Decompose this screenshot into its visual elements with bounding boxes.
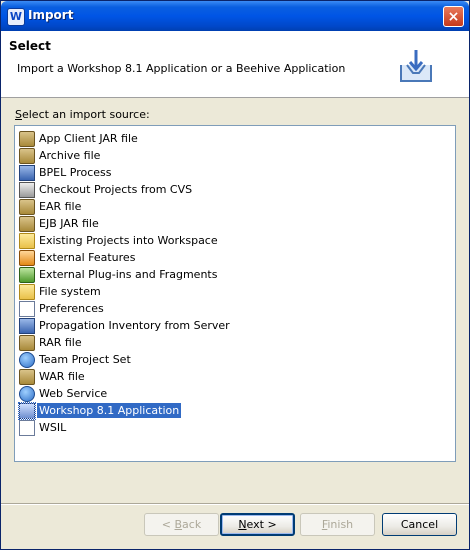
tree-item-label: RAR file xyxy=(39,336,82,349)
cvs-icon xyxy=(19,181,35,198)
tree-item[interactable]: WSIL xyxy=(19,419,68,436)
tree-item[interactable]: Workshop 8.1 Application xyxy=(18,401,182,420)
features-icon xyxy=(19,249,35,266)
window-title: Import xyxy=(28,8,74,22)
wizard-header: Select Import a Workshop 8.1 Application… xyxy=(1,31,469,98)
workshop-app-icon: W xyxy=(7,8,25,26)
tree-item[interactable]: Web Service xyxy=(19,385,109,402)
tree-item-label: Propagation Inventory from Server xyxy=(39,319,230,332)
cancel-button[interactable]: Cancel xyxy=(382,513,457,536)
tree-item[interactable]: File system xyxy=(19,283,103,300)
next-button[interactable]: Next > xyxy=(220,513,295,536)
tree-item[interactable]: Archive file xyxy=(19,147,102,164)
tree-item[interactable]: App Client JAR file xyxy=(19,130,140,147)
close-button[interactable]: × xyxy=(443,6,464,27)
tree-item-label: File system xyxy=(39,285,101,298)
web-service-icon xyxy=(19,385,35,402)
tree-item-label: Preferences xyxy=(39,302,104,315)
tree-item-label: WAR file xyxy=(39,370,85,383)
tree-item-label: External Plug-ins and Fragments xyxy=(39,268,218,281)
tree-item[interactable]: External Features xyxy=(19,249,137,266)
tree-item[interactable]: Propagation Inventory from Server xyxy=(19,317,232,334)
page-description: Import a Workshop 8.1 Application or a B… xyxy=(17,62,346,75)
tree-item-label: External Features xyxy=(39,251,136,264)
workshop-icon xyxy=(18,401,36,420)
team-icon xyxy=(19,351,35,368)
rar-icon xyxy=(19,334,35,351)
jar-icon xyxy=(19,130,35,147)
import-source-tree[interactable]: App Client JAR file Archive file BPEL Proc… xyxy=(14,125,456,462)
wsil-icon xyxy=(19,419,35,436)
tree-item[interactable]: RAR file xyxy=(19,334,84,351)
tree-item[interactable]: External Plug-ins and Fragments xyxy=(19,266,219,283)
bpel-icon xyxy=(19,164,35,181)
tree-item[interactable]: Existing Projects into Workspace xyxy=(19,232,220,249)
wizard-content: Select an import source: App Client JAR … xyxy=(1,98,469,503)
import-wizard-icon xyxy=(400,50,432,82)
tree-item-label: BPEL Process xyxy=(39,166,112,179)
import-source-label: Select an import source: xyxy=(15,108,150,121)
tree-item-label: Checkout Projects from CVS xyxy=(39,183,193,196)
plugins-icon xyxy=(19,266,35,283)
tree-item-label: App Client JAR file xyxy=(39,132,138,145)
war-icon xyxy=(19,368,35,385)
title-bar[interactable]: W Import × xyxy=(1,1,469,31)
page-title: Select xyxy=(9,39,51,53)
preferences-icon xyxy=(19,300,35,317)
button-bar-separator xyxy=(1,503,469,505)
propagation-icon xyxy=(19,317,35,334)
tree-item[interactable]: Preferences xyxy=(19,300,106,317)
tree-item-label: Existing Projects into Workspace xyxy=(39,234,218,247)
back-button[interactable]: < Back xyxy=(144,513,219,536)
folder-icon xyxy=(19,283,35,300)
tree-item-label: Archive file xyxy=(39,149,101,162)
ear-icon xyxy=(19,198,35,215)
tree-item-label: EAR file xyxy=(39,200,82,213)
tree-item-label: Team Project Set xyxy=(39,353,131,366)
tree-item[interactable]: EAR file xyxy=(19,198,83,215)
tree-item[interactable]: EJB JAR file xyxy=(19,215,101,232)
tree-item[interactable]: Team Project Set xyxy=(19,351,133,368)
tree-item[interactable]: WAR file xyxy=(19,368,87,385)
tree-item-label: Workshop 8.1 Application xyxy=(37,403,182,418)
archive-icon xyxy=(19,147,35,164)
tree-item[interactable]: Checkout Projects from CVS xyxy=(19,181,194,198)
finish-button[interactable]: Finish xyxy=(300,513,375,536)
tree-item-label: WSIL xyxy=(39,421,67,434)
import-dialog: W Import × Select Import a Workshop 8.1 … xyxy=(0,0,470,550)
tree-item[interactable]: BPEL Process xyxy=(19,164,113,181)
tree-item-label: EJB JAR file xyxy=(39,217,99,230)
tree-item-label: Web Service xyxy=(39,387,108,400)
ejb-icon xyxy=(19,215,35,232)
projects-icon xyxy=(19,232,35,249)
